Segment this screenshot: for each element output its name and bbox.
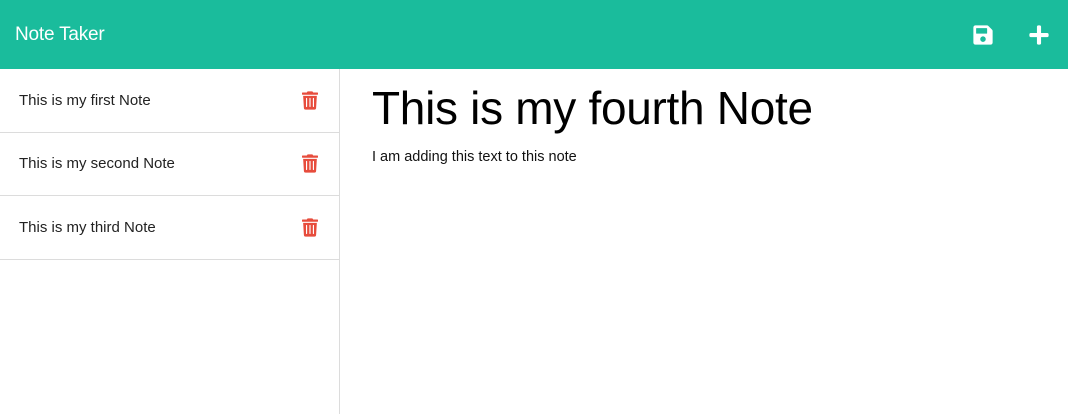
note-item-title: This is my first Note: [19, 91, 151, 109]
trash-icon: [302, 154, 318, 173]
delete-note-button[interactable]: [301, 154, 319, 174]
trash-icon: [302, 91, 318, 110]
save-icon: [973, 24, 993, 45]
delete-note-button[interactable]: [301, 217, 319, 237]
brand-link[interactable]: Note Taker: [15, 24, 105, 46]
plus-icon: [1029, 24, 1049, 45]
delete-note-button[interactable]: [301, 90, 319, 110]
note-editor: I am adding this text to this note: [372, 69, 1052, 414]
nav-actions: [970, 22, 1052, 48]
trash-icon: [302, 218, 318, 237]
note-list: This is my first Note This is my second …: [0, 69, 339, 260]
list-item-note[interactable]: This is my first Note: [0, 69, 339, 133]
note-title-input[interactable]: [372, 82, 1032, 134]
list-item-note[interactable]: This is my third Note: [0, 196, 339, 260]
note-list-sidebar: This is my first Note This is my second …: [0, 69, 340, 414]
list-item-note[interactable]: This is my second Note: [0, 133, 339, 196]
note-item-title: This is my third Note: [19, 218, 156, 236]
note-item-title: This is my second Note: [19, 155, 175, 173]
save-note-button[interactable]: [970, 22, 996, 48]
note-text-textarea[interactable]: I am adding this text to this note: [372, 148, 1032, 388]
navbar: Note Taker: [0, 0, 1068, 69]
new-note-button[interactable]: [1026, 22, 1052, 48]
